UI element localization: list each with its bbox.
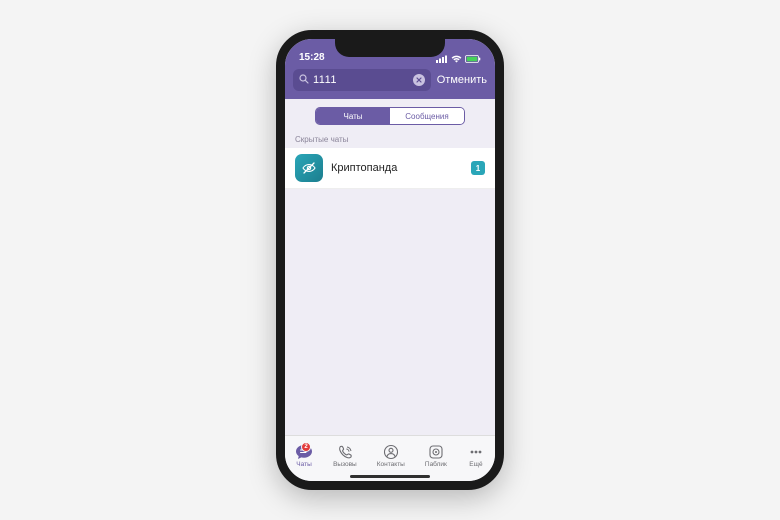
hidden-icon bbox=[301, 160, 317, 176]
cancel-button[interactable]: Отменить bbox=[437, 74, 487, 86]
screen: 15:28 1111 Отменить Чаты bbox=[285, 39, 495, 481]
tab-chats[interactable]: 2 Чаты bbox=[295, 444, 313, 468]
wifi-icon bbox=[451, 55, 462, 63]
unread-badge: 1 bbox=[471, 161, 485, 175]
tab-public[interactable]: Паблик bbox=[425, 444, 447, 468]
search-icon bbox=[299, 71, 309, 89]
chat-row[interactable]: Криптопанда 1 bbox=[285, 148, 495, 189]
segment-messages[interactable]: Сообщения bbox=[390, 108, 464, 124]
close-icon bbox=[416, 77, 422, 83]
search-input[interactable]: 1111 bbox=[293, 69, 431, 91]
segmented-control: Чаты Сообщения bbox=[315, 107, 465, 125]
status-indicators bbox=[436, 55, 481, 63]
tab-contacts[interactable]: Контакты bbox=[377, 444, 405, 468]
search-value: 1111 bbox=[313, 74, 413, 86]
section-hidden-chats: Скрытые чаты bbox=[285, 131, 495, 148]
search-header: 1111 Отменить bbox=[285, 65, 495, 99]
more-icon bbox=[467, 444, 485, 460]
phone-icon bbox=[336, 444, 354, 460]
status-time: 15:28 bbox=[299, 52, 325, 63]
clear-search-button[interactable] bbox=[413, 74, 425, 86]
home-indicator bbox=[350, 475, 430, 478]
chat-name: Криптопанда bbox=[331, 162, 463, 174]
battery-icon bbox=[465, 55, 481, 63]
phone-frame: 15:28 1111 Отменить Чаты bbox=[276, 30, 504, 490]
tab-calls[interactable]: Вызовы bbox=[333, 444, 357, 468]
content-background bbox=[285, 189, 495, 435]
segmented-wrap: Чаты Сообщения bbox=[285, 99, 495, 131]
notch bbox=[335, 39, 445, 57]
tab-chats-badge: 2 bbox=[301, 442, 311, 452]
tab-label: Чаты bbox=[296, 461, 311, 468]
tab-label: Контакты bbox=[377, 461, 405, 468]
segment-chats[interactable]: Чаты bbox=[316, 108, 390, 124]
public-icon bbox=[427, 444, 445, 460]
signal-icon bbox=[436, 55, 448, 63]
avatar bbox=[295, 154, 323, 182]
tab-more[interactable]: Ещё bbox=[467, 444, 485, 468]
tab-label: Паблик bbox=[425, 461, 447, 468]
tab-label: Вызовы bbox=[333, 461, 357, 468]
tab-label: Ещё bbox=[469, 461, 482, 468]
contact-icon bbox=[382, 444, 400, 460]
